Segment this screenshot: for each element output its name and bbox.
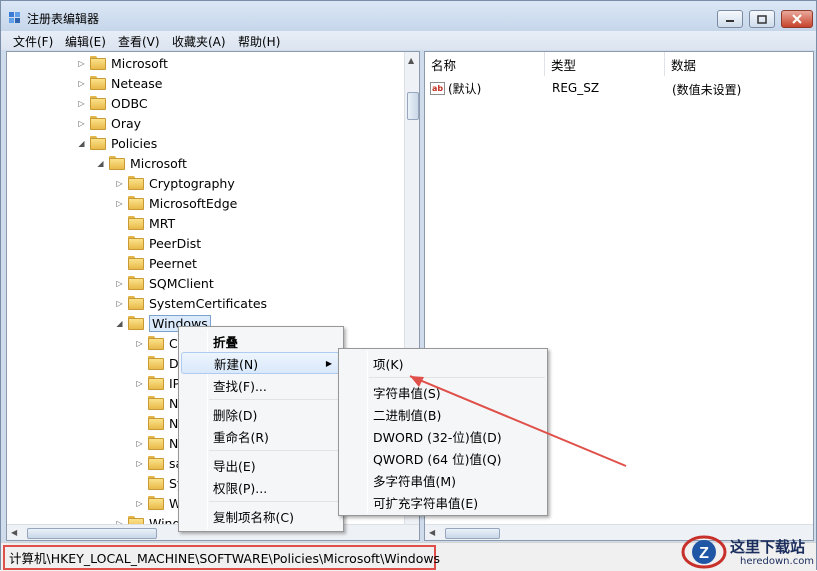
annotation-overlay — [409, 375, 627, 467]
watermark-url: heredown.com — [740, 556, 815, 567]
watermark-logo: Z 这里下载站 heredown.com — [680, 530, 817, 570]
watermark-letter: Z — [699, 545, 709, 562]
annotation-arrow-line — [409, 375, 627, 467]
watermark-z-icon: Z — [681, 535, 727, 569]
watermark-title: 这里下载站 — [730, 538, 806, 556]
